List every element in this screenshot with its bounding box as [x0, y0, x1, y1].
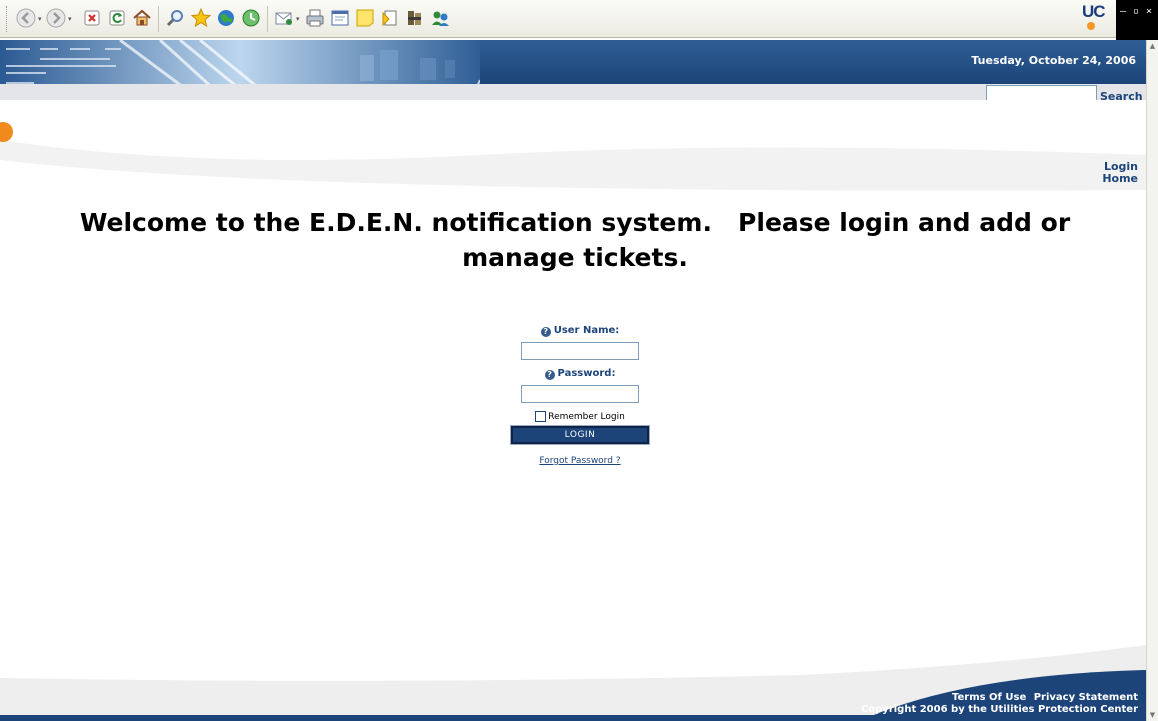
- scroll-up-arrow-icon[interactable]: ▲: [1147, 40, 1158, 52]
- app-logo-dot: [1087, 22, 1095, 30]
- forward-dropdown-icon[interactable]: ▾: [68, 16, 74, 23]
- top-nav: Login Home: [1102, 161, 1138, 185]
- history-icon[interactable]: [239, 6, 263, 30]
- nav-home-link[interactable]: Home: [1102, 173, 1138, 185]
- remember-login-checkbox[interactable]: [535, 411, 547, 422]
- vertical-scrollbar[interactable]: ▲ ▼: [1146, 40, 1158, 721]
- welcome-line-1: Welcome to the E.D.E.N. notification sys…: [79, 208, 1071, 237]
- toolbar-grip[interactable]: [6, 6, 9, 32]
- username-label-text: User Name:: [553, 325, 620, 336]
- edit-icon[interactable]: [328, 6, 352, 30]
- toolbar-separator: [267, 6, 268, 32]
- terms-link[interactable]: Terms Of Use: [952, 692, 1026, 703]
- research-icon[interactable]: [378, 6, 402, 30]
- browser-toolbar: ▾ ▾ ▾ UC – ▫ ×: [0, 0, 1158, 40]
- footer-text: Terms Of Use Privacy Statement Copyright…: [861, 692, 1138, 716]
- password-label-text: Password:: [557, 368, 616, 379]
- mail-dropdown-icon[interactable]: ▾: [296, 16, 302, 23]
- toolbar-separator: [158, 6, 159, 32]
- copyright-text: Copyright 2006 by the Utilities Protecti…: [860, 704, 1138, 715]
- username-label: ? User Name:: [490, 325, 670, 337]
- welcome-line-2: manage tickets.: [462, 243, 688, 272]
- forward-icon[interactable]: [44, 6, 68, 30]
- discuss-icon[interactable]: [353, 6, 377, 30]
- contacts-icon[interactable]: [428, 6, 452, 30]
- refresh-icon[interactable]: [105, 6, 129, 30]
- app-logo-text: UC: [1082, 2, 1106, 21]
- welcome-heading: Welcome to the E.D.E.N. notification sys…: [60, 205, 1090, 275]
- close-button[interactable]: ×: [1146, 6, 1152, 17]
- login-button[interactable]: LOGIN: [510, 425, 650, 445]
- remember-login-label[interactable]: Remember Login: [548, 412, 625, 422]
- login-form: ? User Name: ? Password: Remember Login LO…: [490, 325, 670, 466]
- stop-icon[interactable]: [80, 6, 104, 30]
- window-controls: – ▫ ×: [1116, 0, 1158, 40]
- header-swoosh: [0, 100, 1146, 195]
- home-icon[interactable]: [130, 6, 154, 30]
- web-page: Tuesday, October 24, 2006 Search Login H…: [0, 40, 1146, 721]
- help-icon[interactable]: ?: [540, 327, 551, 337]
- mail-icon[interactable]: [272, 6, 296, 30]
- remember-login-row: Remember Login: [490, 411, 670, 422]
- password-label: ? Password:: [490, 368, 670, 380]
- media-icon[interactable]: [214, 6, 238, 30]
- password-input[interactable]: [521, 385, 639, 403]
- username-input[interactable]: [521, 342, 639, 360]
- favorites-icon[interactable]: [189, 6, 213, 30]
- messenger-icon[interactable]: [403, 6, 427, 30]
- header-date: Tuesday, October 24, 2006: [971, 54, 1136, 67]
- restore-button[interactable]: ▫: [1133, 6, 1139, 17]
- help-icon[interactable]: ?: [544, 370, 555, 380]
- forgot-password-link[interactable]: Forgot Password ?: [490, 456, 670, 466]
- print-icon[interactable]: [303, 6, 327, 30]
- privacy-link[interactable]: Privacy Statement: [1034, 692, 1138, 703]
- minimize-button[interactable]: –: [1120, 6, 1126, 17]
- scroll-down-arrow-icon[interactable]: ▼: [1147, 709, 1158, 721]
- back-icon[interactable]: [14, 6, 38, 30]
- search-icon[interactable]: [164, 6, 188, 30]
